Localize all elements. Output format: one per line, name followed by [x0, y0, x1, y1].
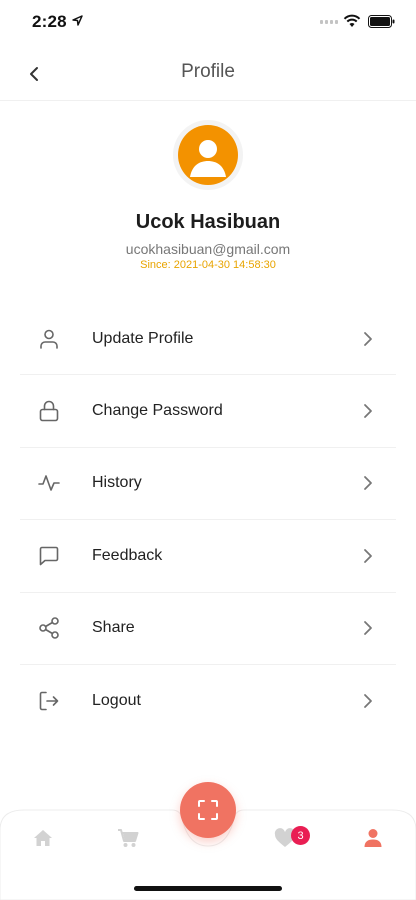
user-icon: [34, 324, 64, 354]
chevron-right-icon: [358, 618, 378, 638]
menu-item-label: Update Profile: [92, 329, 194, 347]
battery-icon: [368, 15, 395, 28]
home-indicator: [134, 886, 282, 891]
wifi-icon: [343, 14, 361, 27]
menu-item-label: Share: [92, 619, 135, 637]
menu-item-label: Feedback: [92, 546, 163, 564]
menu-item-change-password[interactable]: Change Password: [20, 375, 396, 448]
status-bar: 2:28: [0, 0, 416, 44]
menu-item-history[interactable]: History: [20, 448, 396, 521]
profile-since-date: Since: 2021-04-30 14:58:30: [140, 259, 276, 271]
profile-menu: Update Profile Change Password History F…: [20, 303, 396, 737]
menu-item-update-profile[interactable]: Update Profile: [20, 303, 396, 376]
avatar-user-icon: [178, 125, 238, 185]
logout-icon: [34, 686, 64, 716]
activity-icon: [34, 468, 64, 498]
tab-profile[interactable]: [353, 818, 393, 858]
cart-icon: [118, 829, 139, 847]
scan-button[interactable]: [180, 782, 236, 838]
menu-item-feedback[interactable]: Feedback: [20, 520, 396, 593]
chevron-right-icon: [358, 546, 378, 566]
menu-item-label: History: [92, 474, 142, 492]
menu-item-label: Logout: [92, 692, 141, 710]
location-arrow-icon: [72, 15, 83, 26]
chevron-right-icon: [358, 401, 378, 421]
nav-bar: Profile: [0, 44, 416, 101]
scan-icon: [198, 800, 218, 820]
menu-item-share[interactable]: Share: [20, 593, 396, 665]
message-icon: [34, 541, 64, 571]
chevron-right-icon: [358, 691, 378, 711]
menu-item-logout[interactable]: Logout: [20, 665, 396, 737]
status-time: 2:28: [32, 12, 67, 31]
tab-home[interactable]: [23, 818, 63, 858]
menu-item-label: Change Password: [92, 402, 223, 420]
person-icon: [364, 829, 382, 847]
cellular-signal-icon: [320, 20, 338, 24]
chevron-right-icon: [358, 329, 378, 349]
home-icon: [34, 830, 52, 846]
profile-name: Ucok Hasibuan: [135, 211, 281, 233]
favorites-badge: 3: [291, 826, 310, 845]
profile-email: ucokhasibuan@gmail.com: [125, 241, 291, 257]
chevron-right-icon: [358, 473, 378, 493]
share-icon: [34, 613, 64, 643]
avatar: [173, 120, 243, 190]
lock-icon: [34, 396, 64, 426]
page-title: Profile: [181, 61, 235, 82]
tab-cart[interactable]: [108, 818, 148, 858]
